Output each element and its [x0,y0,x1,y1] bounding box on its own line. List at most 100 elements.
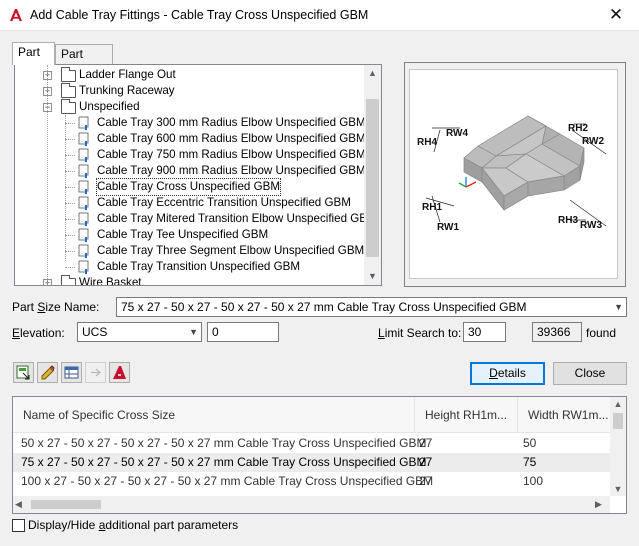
part-fitting-icon [78,132,89,146]
table-row[interactable]: 50 x 27 - 50 x 27 - 50 x 27 - 50 x 27 mm… [13,434,613,453]
part-fitting-icon [78,116,89,130]
pencil-edit-icon [41,365,55,380]
grid-vertical-scrollbar[interactable]: ▲ ▼ [610,397,626,496]
elevation-reference-combo[interactable]: UCS ▼ [77,322,202,342]
tree-item-label: Cable Tray 300 mm Radius Elbow Unspecifi… [97,116,366,129]
grid-horizontal-scrollbar[interactable]: ◀ ▶ [13,496,610,513]
elevation-input-value: 0 [212,325,219,339]
tree-scroll-thumb[interactable] [366,99,379,257]
details-button[interactable]: Details [470,362,545,385]
grid-vscroll-thumb[interactable] [613,413,623,429]
table-cell: 100 x 27 - 50 x 27 - 50 x 27 - 50 x 27 m… [21,474,434,488]
column-header-width-rw1[interactable]: Width RW1m... [518,397,614,433]
title-bar[interactable]: Add Cable Tray Fittings - Cable Tray Cro… [0,0,639,31]
part-size-name-combo[interactable]: 75 x 27 - 50 x 27 - 50 x 27 - 50 x 27 mm… [116,297,627,317]
part-fitting-icon [78,196,89,210]
dim-label-rw2: RW2 [582,136,604,147]
table-row[interactable]: 75 x 27 - 50 x 27 - 50 x 27 - 50 x 27 mm… [13,453,613,472]
tree-connector [65,187,75,188]
chevron-down-icon: ▼ [189,327,198,337]
table-view-icon [64,366,79,379]
tree-item-label: Cable Tray Transition Unspecified GBM [97,260,300,273]
table-row[interactable]: 100 x 27 - 50 x 27 - 50 x 27 - 50 x 27 m… [13,472,613,491]
folder-icon [61,275,76,285]
tree-item[interactable]: Cable Tray 750 mm Radius Elbow Unspecifi… [15,147,366,163]
elevation-label: Elevation: [12,326,65,340]
column-header-height-rh1[interactable]: Height RH1m... [415,397,518,433]
chevron-down-icon: ▼ [614,302,623,312]
tree-connector [65,251,75,252]
table-cell: 50 [523,436,537,450]
scroll-up-arrow-icon[interactable]: ▲ [610,397,626,411]
dim-label-rh1: RH1 [422,202,442,213]
tree-item[interactable]: Cable Tray Cross Unspecified GBM [15,178,363,196]
autocad-a-icon [113,366,126,379]
display-hide-params-checkbox[interactable] [12,519,25,532]
add-to-list-icon [91,368,101,377]
tab-part[interactable]: Part [12,42,55,65]
tree-item[interactable]: + Trunking Raceway [15,83,363,99]
window-close-button[interactable]: ✕ [603,5,629,25]
autocad-help-button[interactable] [109,362,130,383]
folder-icon [61,83,76,98]
tab-part-filter[interactable]: Part Filter [55,44,113,80]
table-cell: 50 x 27 - 50 x 27 - 50 x 27 - 50 x 27 mm… [21,436,427,450]
tree-item[interactable]: Cable Tray Transition Unspecified GBM [15,259,363,275]
tree-connector [65,123,75,124]
tree-connector [65,171,75,172]
scroll-right-arrow-icon[interactable]: ▶ [595,496,609,513]
tree-item-label: Cable Tray Three Segment Elbow Unspecifi… [97,244,365,257]
scroll-down-arrow-icon[interactable]: ▼ [610,482,626,496]
catalog-browse-button[interactable] [13,362,34,383]
scroll-up-arrow-icon[interactable]: ▲ [364,65,381,82]
tree-item-label: Cable Tray Mitered Transition Elbow Unsp… [97,212,377,225]
limit-search-label: Limit Search to: [378,326,462,340]
close-button[interactable]: Close [553,362,627,385]
grid-hscroll-thumb[interactable] [31,500,101,509]
add-to-list-button[interactable] [85,362,106,383]
dim-label-rh4: RH4 [417,137,437,148]
tree-item[interactable]: Cable Tray Tee Unspecified GBM [15,227,363,243]
tree-connector [65,267,75,268]
found-count-value: 39366 [537,325,571,339]
tree-item[interactable]: Cable Tray Eccentric Transition Unspecif… [15,195,363,211]
table-cell: 27 [419,455,433,469]
tree-item[interactable]: Cable Tray 600 mm Radius Elbow Unspecifi… [15,131,366,147]
folder-icon [61,67,76,82]
dim-label-rh3: RH3 [558,215,578,226]
dim-label-rw1: RW1 [437,222,459,233]
elevation-reference-value: UCS [82,325,108,339]
table-cell: 75 x 27 - 50 x 27 - 50 x 27 - 50 x 27 mm… [21,455,427,469]
display-hide-params-label: Display/Hide additional part parameters [28,518,239,532]
tree-item[interactable]: Cable Tray Mitered Transition Elbow Unsp… [15,211,377,227]
tree-item-label: Unspecified [79,100,140,113]
part-tree[interactable]: + Ladder Flange Out + Trunking Raceway − Unsp… [14,64,382,286]
tree-item-label: Cable Tray Tee Unspecified GBM [97,228,269,241]
limit-search-input[interactable]: 30 [463,322,506,342]
tree-connector [65,219,75,220]
table-cell: 75 [523,455,537,469]
part-fitting-icon [78,228,89,242]
table-view-button[interactable] [61,362,82,383]
scroll-left-arrow-icon[interactable]: ◀ [15,496,29,513]
tree-item[interactable]: Cable Tray 300 mm Radius Elbow Unspecifi… [15,115,366,131]
part-fitting-icon [78,148,89,162]
elevation-input[interactable]: 0 [207,322,279,342]
column-header-name[interactable]: Name of Specific Cross Size [13,397,415,433]
tree-connector [65,155,75,156]
tree-item[interactable]: − Unspecified [15,99,363,115]
tree-item-label: Cable Tray 600 mm Radius Elbow Unspecifi… [97,132,366,145]
scroll-down-arrow-icon[interactable]: ▼ [364,268,381,285]
dim-label-rw4: RW4 [446,128,468,139]
cross-size-grid[interactable]: Name of Specific Cross Size Height RH1m.… [12,396,627,514]
tree-item[interactable]: Cable Tray 900 mm Radius Elbow Unspecifi… [15,163,366,179]
part-size-value: 75 x 27 - 50 x 27 - 50 x 27 - 50 x 27 mm… [121,300,527,314]
tree-item-label: Wire Basket [79,276,142,286]
tree-vertical-scrollbar[interactable]: ▲ ▼ [364,65,381,285]
edit-part-button[interactable] [37,362,58,383]
tree-item[interactable]: + Wire Basket [15,275,363,286]
tree-item[interactable]: Cable Tray Three Segment Elbow Unspecifi… [15,243,365,259]
tree-connector [47,65,48,285]
catalog-browse-icon [16,365,30,380]
tree-item[interactable]: + Ladder Flange Out [15,67,363,83]
